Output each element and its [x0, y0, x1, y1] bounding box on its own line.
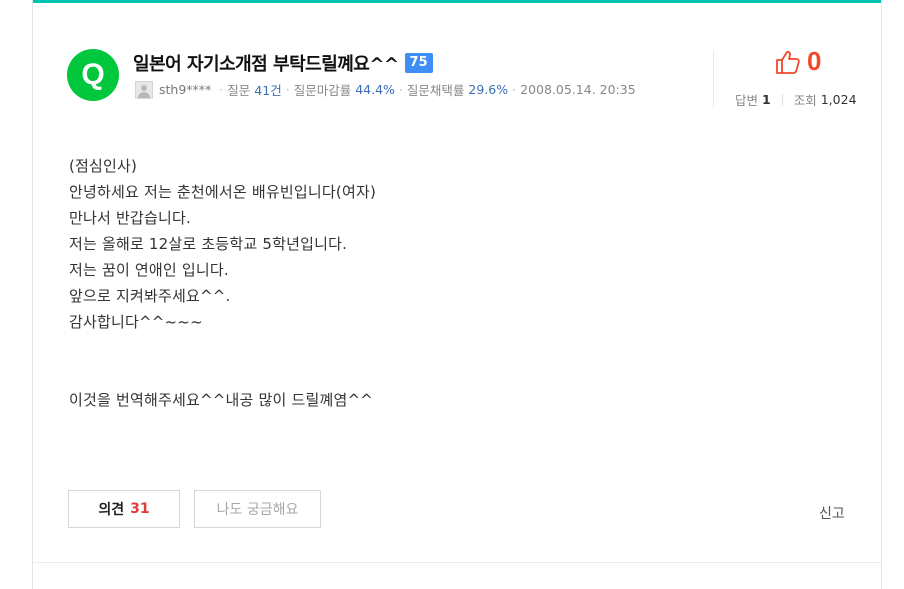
default-avatar-icon[interactable] — [135, 80, 153, 99]
body-line: 저는 꿈이 연애인 입니다. — [69, 261, 229, 279]
opinion-label: 의견 — [98, 502, 125, 518]
card-bottom-divider — [33, 562, 881, 563]
question-count-label: 질문 — [227, 83, 251, 98]
q-circle-icon: Q — [67, 49, 119, 101]
body-line: 안녕하세요 저는 춘천에서온 배유빈입니다(여자) — [69, 183, 377, 201]
author-name[interactable]: sth9**** — [159, 82, 211, 97]
meta-separator: · — [512, 82, 517, 97]
question-title: 일본어 자기소개점 부탁드릴꼐요^^ — [133, 54, 399, 75]
title-row: 일본어 자기소개점 부탁드릴꼐요^^ 75 — [133, 50, 433, 76]
like-count: 0 — [807, 46, 822, 76]
answers-count: 1 — [762, 92, 771, 107]
body-line: 저는 올해로 12살로 초등학교 5학년입니다. — [69, 235, 348, 253]
opinion-button[interactable]: 의견 31 — [68, 490, 180, 528]
question-body: (점심인사) 안녕하세요 저는 춘천에서온 배유빈입니다(여자) 만나서 반갑습… — [69, 153, 376, 413]
curious-label: 나도 궁금해요 — [216, 502, 299, 518]
views-count: 1,024 — [820, 92, 857, 107]
adopt-rate: 29.6% — [468, 82, 509, 97]
views-label: 조회 — [793, 93, 817, 108]
stats-divider — [781, 94, 783, 105]
like-button[interactable]: 0 — [775, 46, 821, 77]
adopt-rate-label: 질문채택률 — [406, 83, 465, 98]
meta-separator: · — [285, 82, 290, 97]
question-date: 2008.05.14. 20:35 — [520, 82, 636, 97]
body-line: (점심인사) — [69, 157, 138, 175]
body-line: 앞으로 지켜봐주세요^^. — [69, 287, 231, 305]
body-request-line: 이것을 번역해주세요^^내공 많이 드릴꼐염^^ — [69, 391, 373, 409]
header-divider — [713, 50, 714, 108]
report-link[interactable]: 신고 — [819, 503, 845, 523]
question-stats: 답변 1 조회 1,024 — [735, 90, 857, 109]
meta-separator: · — [219, 82, 224, 97]
question-meta: sth9**** · 질문 41건 · 질문마감률 44.4% · 질문채택률 … — [135, 80, 636, 99]
close-rate-label: 질문마감률 — [293, 83, 352, 98]
answers-label: 답변 — [735, 93, 759, 108]
opinion-count: 31 — [130, 501, 150, 517]
body-line: 감사합니다^^~~~ — [69, 313, 203, 331]
top-accent-bar — [33, 0, 881, 3]
question-card: Q 일본어 자기소개점 부탁드릴꼐요^^ 75 sth9**** · 질문 41… — [32, 0, 882, 589]
question-count: 41건 — [254, 83, 282, 98]
meta-separator: · — [398, 82, 403, 97]
me-too-curious-button[interactable]: 나도 궁금해요 — [194, 490, 321, 528]
body-line: 만나서 반갑습니다. — [69, 209, 191, 227]
points-badge: 75 — [404, 53, 433, 73]
thumbs-up-icon — [776, 50, 800, 74]
close-rate: 44.4% — [355, 82, 395, 97]
